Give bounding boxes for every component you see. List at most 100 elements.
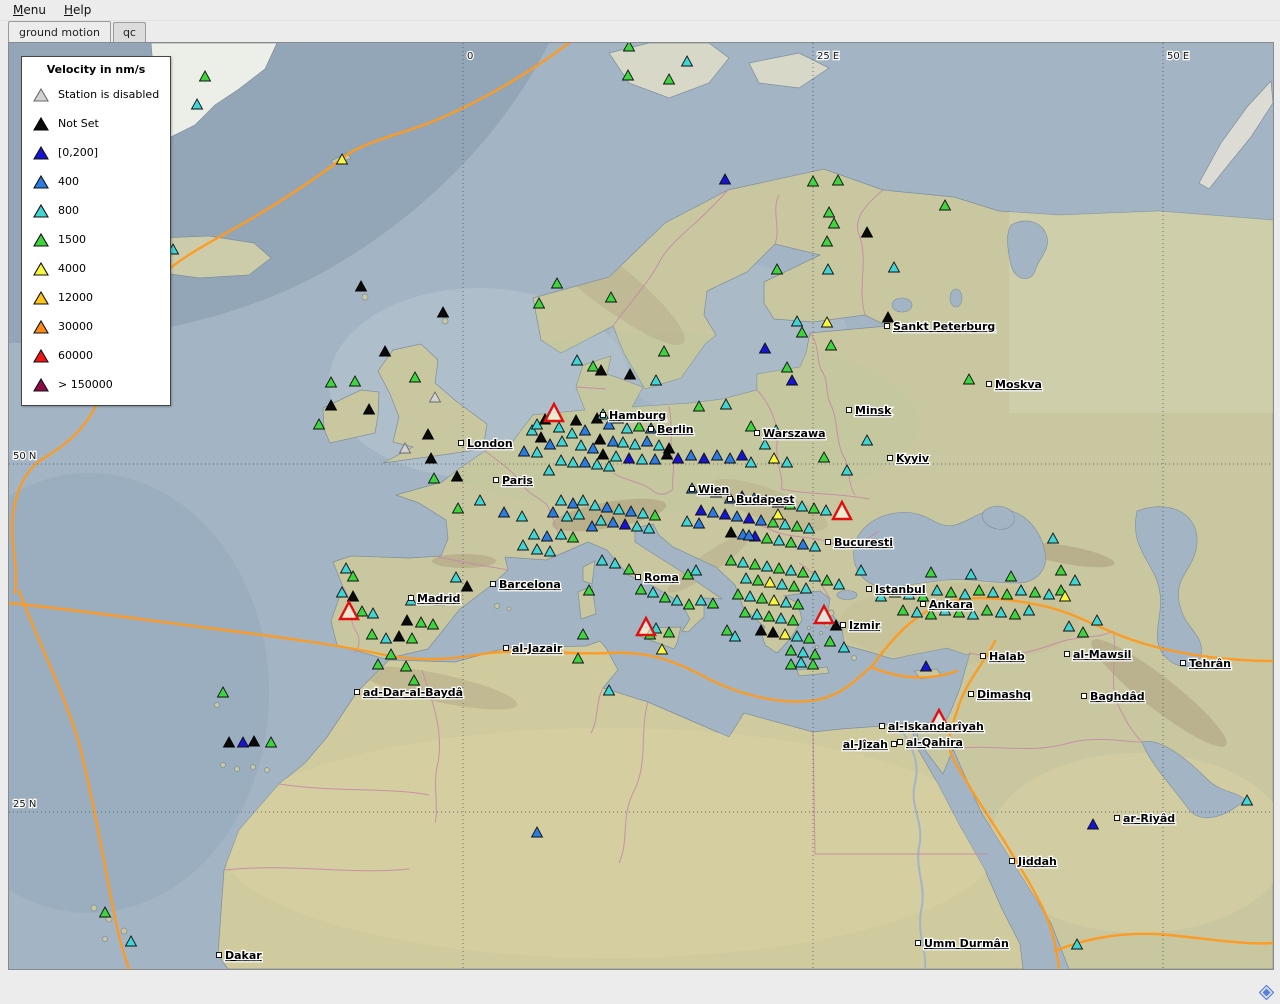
legend-label: > 150000 — [58, 378, 113, 391]
legend-label: 4000 — [58, 262, 86, 275]
city-label: Tehrân — [1189, 657, 1231, 670]
city-label: Istanbul — [875, 583, 926, 596]
city-marker — [885, 324, 890, 329]
legend-triangle-icon-disabled — [32, 87, 50, 103]
city-marker — [728, 497, 733, 502]
legend-item-200: [0,200] — [22, 138, 170, 167]
city-marker — [969, 692, 974, 697]
city-marker — [491, 582, 496, 587]
city-label: Warszawa — [763, 427, 826, 440]
legend-label: 30000 — [58, 320, 93, 333]
legend-item-disabled: Station is disabled — [22, 80, 170, 109]
city-label: Izmir — [849, 619, 881, 632]
legend-triangle-icon-60000 — [32, 348, 50, 364]
city-label: ar-Riyâd — [1123, 812, 1175, 825]
legend-label: Station is disabled — [58, 88, 159, 101]
legend-items: Station is disabled Not Set [0,200] 400 800 1… — [22, 80, 170, 399]
legend-label: 400 — [58, 175, 79, 188]
city-label: al-Jazair — [512, 642, 563, 655]
city-marker — [1010, 859, 1015, 864]
city-label: Berlin — [657, 423, 694, 436]
status-bar — [0, 970, 1280, 1004]
city-label: Roma — [644, 571, 679, 584]
city-label: al-Mawsil — [1073, 648, 1131, 661]
legend-label: 60000 — [58, 349, 93, 362]
city-marker — [987, 382, 992, 387]
menu-item-help[interactable]: Help — [55, 1, 100, 19]
city-marker — [981, 654, 986, 659]
legend-item-30000: 30000 — [22, 312, 170, 341]
legend-label: 1500 — [58, 233, 86, 246]
city-marker — [690, 487, 695, 492]
meridian-label: 50 E — [1167, 51, 1189, 62]
city-marker — [880, 724, 885, 729]
legend-item-notset: Not Set — [22, 109, 170, 138]
legend-label: 800 — [58, 204, 79, 217]
legend-triangle-icon-4000 — [32, 261, 50, 277]
legend-triangle-icon-1500 — [32, 232, 50, 248]
legend-item-150000: > 150000 — [22, 370, 170, 399]
legend-item-400: 400 — [22, 167, 170, 196]
city-marker — [892, 742, 897, 747]
city-marker — [898, 740, 903, 745]
city-label: Minsk — [855, 404, 892, 417]
city-marker — [494, 478, 499, 483]
legend-item-60000: 60000 — [22, 341, 170, 370]
city-label: al-Jîzah — [843, 738, 888, 751]
city-marker — [601, 413, 606, 418]
city-marker — [1065, 652, 1070, 657]
map-canvas[interactable]: 025 E50 E50 N25 N LondonParisHamburgBerl… — [8, 42, 1274, 970]
city-label: Sankt Peterburg — [893, 320, 995, 333]
city-label: ad-Dar-al-Baydâ — [363, 686, 463, 699]
city-marker — [1115, 816, 1120, 821]
parallel-label: 25 N — [13, 799, 36, 810]
menu-item-menu[interactable]: Menu — [4, 1, 55, 19]
legend-triangle-icon-notset — [32, 116, 50, 132]
city-marker — [826, 540, 831, 545]
menu-bar: MenuHelp — [0, 0, 1280, 21]
status-compass-icon[interactable] — [1259, 985, 1274, 1000]
legend-title: Velocity in nm/s — [22, 63, 170, 76]
city-label: Paris — [502, 474, 533, 487]
city-label: London — [467, 437, 513, 450]
city-label: Dimashq — [977, 688, 1031, 701]
city-label: Ankara — [929, 598, 973, 611]
city-label: Bucuresti — [834, 536, 893, 549]
city-marker — [459, 441, 464, 446]
city-marker — [409, 596, 414, 601]
legend-triangle-icon-150000 — [32, 377, 50, 393]
world-map[interactable]: 025 E50 E50 N25 N LondonParisHamburgBerl… — [9, 43, 1273, 969]
meridian-label: 0 — [467, 51, 473, 62]
city-marker — [217, 953, 222, 958]
city-label: Jiddah — [1017, 855, 1057, 868]
city-marker — [1181, 661, 1186, 666]
legend-triangle-icon-800 — [32, 203, 50, 219]
map-legend: Velocity in nm/s Station is disabled Not … — [21, 56, 171, 406]
city-marker — [355, 690, 360, 695]
city-label: Barcelona — [499, 578, 561, 591]
city-label: Budapest — [736, 493, 795, 506]
city-label: Halab — [989, 650, 1025, 663]
tab-bar: ground motionqc — [0, 21, 1280, 42]
city-label: Umm Durmân — [924, 937, 1009, 950]
legend-label: [0,200] — [58, 146, 98, 159]
city-marker — [847, 408, 852, 413]
legend-label: Not Set — [58, 117, 99, 130]
city-marker — [921, 602, 926, 607]
legend-item-800: 800 — [22, 196, 170, 225]
city-label: Madrid — [417, 592, 460, 605]
city-marker — [867, 587, 872, 592]
legend-triangle-icon-30000 — [32, 319, 50, 335]
tab-qc[interactable]: qc — [113, 22, 146, 42]
city-marker — [649, 427, 654, 432]
city-marker — [888, 456, 893, 461]
parallel-label: 50 N — [13, 451, 36, 462]
city-marker — [841, 623, 846, 628]
legend-triangle-icon-200 — [32, 145, 50, 161]
city-label: al-Qahira — [906, 736, 963, 749]
legend-triangle-icon-400 — [32, 174, 50, 190]
tab-ground-motion[interactable]: ground motion — [8, 21, 111, 43]
city-label: Wien — [698, 483, 729, 496]
city-marker — [1082, 694, 1087, 699]
city-marker — [916, 941, 921, 946]
